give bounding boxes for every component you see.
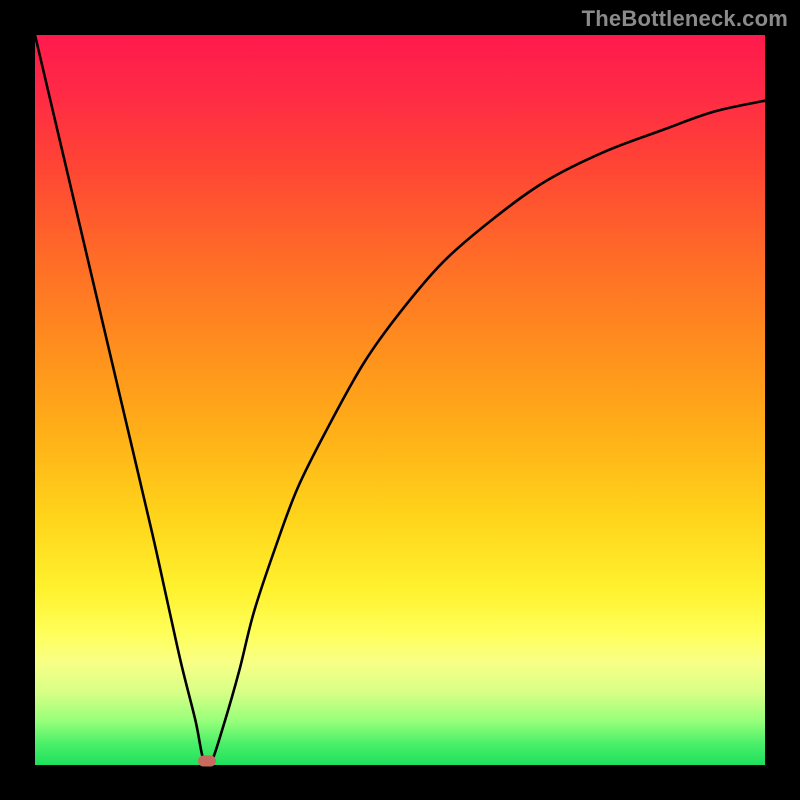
watermark-text: TheBottleneck.com (582, 6, 788, 32)
chart-frame: TheBottleneck.com (0, 0, 800, 800)
bottleneck-curve (35, 35, 765, 765)
plot-area (35, 35, 765, 765)
optimum-marker (198, 756, 216, 767)
